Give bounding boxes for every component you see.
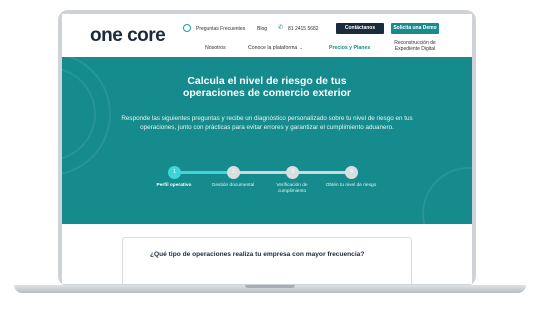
faq-link[interactable]: Preguntas Frecuentes [196, 26, 245, 32]
laptop-notch [245, 285, 295, 288]
site-header: one core Preguntas Frecuentes Blog ✆ 81 … [62, 14, 472, 57]
hero-section: Calcula el nivel de riesgo de tus operac… [62, 57, 472, 224]
phone-number[interactable]: 81 2415 5682 [288, 26, 319, 32]
step-3-label: Verificación de cumplimiento [276, 183, 308, 194]
step-4-dot: 4 [345, 166, 358, 179]
question-text: ¿Qué tipo de operaciones realiza tu empr… [150, 251, 365, 258]
step-2-dot: 2 [227, 166, 240, 179]
logo-one: one [90, 25, 123, 46]
nav-nosotros[interactable]: Nosotros [205, 45, 226, 51]
nav-precios[interactable]: Precios y Planes [329, 45, 370, 51]
logo-core: core [127, 25, 166, 46]
contact-button[interactable]: Contáctanos [336, 23, 384, 34]
hero-title: Calcula el nivel de riesgo de tus operac… [182, 75, 352, 99]
phone-icon: ✆ [278, 25, 284, 31]
laptop-screen: one core Preguntas Frecuentes Blog ✆ 81 … [62, 14, 472, 284]
nav-reconstruccion[interactable]: Reconstrucción de Expediente Digital [384, 40, 446, 52]
nav-plataforma-label: Conoce la plataforma [248, 45, 298, 51]
step-2-label: Gestión documental [211, 183, 255, 188]
request-demo-button[interactable]: Solicita una Demo [391, 23, 439, 34]
step-1-dot: 1 [168, 166, 181, 179]
decorative-arc [422, 167, 472, 224]
logo[interactable]: one core [90, 25, 166, 47]
step-3-dot: 3 [286, 166, 299, 179]
nav-plataforma[interactable]: Conoce la plataforma ⌄ [248, 45, 303, 51]
chevron-down-icon: ⌄ [299, 45, 303, 50]
step-1-label: Perfil operativo [156, 183, 192, 188]
progress-fill [175, 171, 234, 174]
hero-description: Responde las siguientes preguntas y reci… [121, 115, 413, 131]
question-card: ¿Qué tipo de operaciones realiza tu empr… [122, 237, 412, 284]
blog-link[interactable]: Blog [257, 26, 267, 32]
step-4-label: Obtén tu nivel de riesgo [325, 183, 377, 188]
logo-ring-icon [183, 24, 191, 32]
